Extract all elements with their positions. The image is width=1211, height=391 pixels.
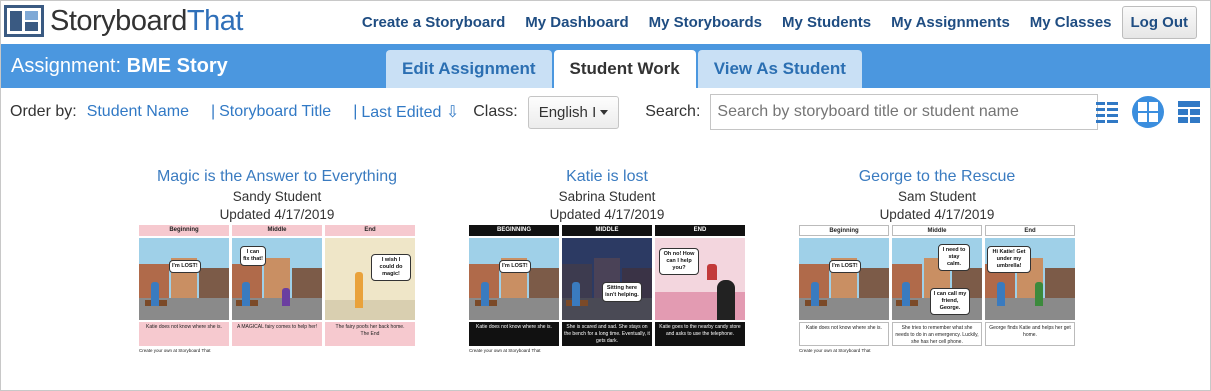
updated-date: Updated 4/17/2019 (219, 207, 335, 222)
order-separator: | (210, 103, 216, 120)
speech-bubble: I'm LOST! (499, 260, 531, 273)
updated-date: Updated 4/17/2019 (879, 207, 995, 222)
speech-bubble: I wish I could do magic! (371, 254, 411, 281)
chevron-down-icon (600, 110, 609, 116)
nav-create-storyboard[interactable]: Create a Storyboard (362, 14, 505, 31)
student-name: Sam Student (897, 189, 977, 204)
nav-my-storyboards[interactable]: My Storyboards (649, 14, 762, 31)
updated-date: Updated 4/17/2019 (549, 207, 665, 222)
cell-header: Beginning (139, 225, 229, 236)
storyboard-footer: Create your own at Storyboard That (469, 348, 541, 353)
cell-caption: She tries to remember what she needs to … (892, 322, 982, 346)
storyboard-footer: Create your own at Storyboard That (799, 348, 871, 353)
scene-image: I wish I could do magic! (325, 238, 415, 320)
storyboard-card[interactable]: Katie is lost Sabrina Student Updated 4/… (469, 168, 745, 353)
storyboard-thumbnail[interactable]: BEGINNING I'm LOST! Katie does not know … (469, 225, 745, 353)
cell-caption: The fairy poofs her back home. The End (325, 322, 415, 346)
search-input[interactable] (710, 94, 1099, 130)
logo-icon (4, 5, 44, 37)
cell-header: End (985, 225, 1075, 236)
logout-button[interactable]: Log Out (1121, 6, 1197, 39)
tab-student-work[interactable]: Student Work (553, 50, 696, 88)
search-label: Search: (645, 103, 701, 120)
cell-header: Beginning (799, 225, 889, 236)
cell-caption: She is scared and sad. She stays on the … (562, 322, 652, 346)
scene-image: I'm LOST! (799, 238, 889, 320)
scene-image: I need to stay calm. I can call my frien… (892, 238, 982, 320)
grid-view-icon[interactable] (1132, 96, 1164, 128)
storyboard-title-link[interactable]: Magic is the Answer to Everything (139, 168, 415, 186)
storyboard-footer: Create your own at Storyboard That (139, 348, 211, 353)
cell-caption: Katie goes to the nearby candy store and… (655, 322, 745, 346)
order-separator: | (353, 103, 358, 120)
speech-bubble: I can fix that! (240, 246, 266, 266)
logo[interactable]: StoryboardThat (4, 4, 243, 38)
top-navigation: StoryboardThat Create a Storyboard My Da… (0, 0, 1211, 44)
scene-image: I can fix that! (232, 238, 322, 320)
speech-bubble: I'm LOST! (169, 260, 201, 273)
order-student-name[interactable]: Student Name (87, 103, 189, 121)
nav-my-dashboard[interactable]: My Dashboard (525, 14, 628, 31)
main-nav: Create a Storyboard My Dashboard My Stor… (342, 6, 1197, 39)
tile-view-icon[interactable] (1178, 101, 1200, 123)
cell-header: END (655, 225, 745, 236)
scene-image: Oh no! How can I help you? (655, 238, 745, 320)
nav-my-students[interactable]: My Students (782, 14, 871, 31)
cell-header: Middle (892, 225, 982, 236)
tab-edit-assignment[interactable]: Edit Assignment (386, 50, 552, 88)
storyboard-title-link[interactable]: Katie is lost (469, 168, 745, 186)
scene-image: Sitting here isn't helping. (562, 238, 652, 320)
assignment-band: Assignment: BME Story Edit Assignment St… (1, 44, 1210, 88)
scene-image: Hi Katie! Get under my umbrella! (985, 238, 1075, 320)
storyboard-thumbnail[interactable]: Beginning I'm LOST! Katie does not know … (799, 225, 1075, 353)
speech-bubble: Sitting here isn't helping. (602, 282, 642, 302)
cell-header: Middle (232, 225, 322, 236)
cell-caption: George finds Katie and helps her get hom… (985, 322, 1075, 346)
cell-header: BEGINNING (469, 225, 559, 236)
cell-header: MIDDLE (562, 225, 652, 236)
storyboard-card[interactable]: Magic is the Answer to Everything Sandy … (139, 168, 415, 353)
filter-bar: Order by: Student Name | Storyboard Titl… (10, 94, 1200, 130)
class-dropdown-value: English I (538, 103, 597, 121)
nav-my-classes[interactable]: My Classes (1030, 14, 1112, 31)
order-last-edited[interactable]: Last Edited ⇩ (361, 102, 459, 122)
student-name: Sandy Student (232, 189, 322, 204)
order-storyboard-title[interactable]: Storyboard Title (219, 103, 331, 121)
logo-text: StoryboardThat (50, 4, 243, 37)
scene-image: I'm LOST! (469, 238, 559, 320)
storyboard-card[interactable]: George to the Rescue Sam Student Updated… (799, 168, 1075, 353)
class-label: Class: (473, 103, 518, 120)
view-toggle (1082, 94, 1200, 130)
order-by-label: Order by: (10, 103, 77, 120)
assignment-title: Assignment: BME Story (11, 55, 228, 77)
nav-my-assignments[interactable]: My Assignments (891, 14, 1010, 31)
cell-caption: Katie does not know where she is. (469, 322, 559, 346)
storyboard-title-link[interactable]: George to the Rescue (799, 168, 1075, 186)
speech-bubble: Hi Katie! Get under my umbrella! (987, 246, 1031, 273)
cell-header: End (325, 225, 415, 236)
cell-caption: Katie does not know where she is. (139, 322, 229, 346)
speech-bubble: I can call my friend, George. (930, 288, 970, 315)
class-dropdown[interactable]: English I (527, 95, 620, 129)
speech-bubble: Oh no! How can I help you? (659, 248, 699, 275)
tab-view-as-student[interactable]: View As Student (697, 50, 862, 88)
student-name: Sabrina Student (558, 189, 656, 204)
cell-caption: Katie does not know where she is. (799, 322, 889, 346)
cell-caption: A MAGICAL fairy comes to help her! (232, 322, 322, 346)
assignment-tabs: Edit Assignment Student Work View As Stu… (386, 50, 864, 88)
scene-image: I'm LOST! (139, 238, 229, 320)
speech-bubble: I'm LOST! (829, 260, 861, 273)
list-view-icon[interactable] (1096, 101, 1118, 123)
speech-bubble: I need to stay calm. (938, 244, 970, 271)
storyboard-thumbnail[interactable]: Beginning I'm LOST! Katie does not know … (139, 225, 415, 353)
